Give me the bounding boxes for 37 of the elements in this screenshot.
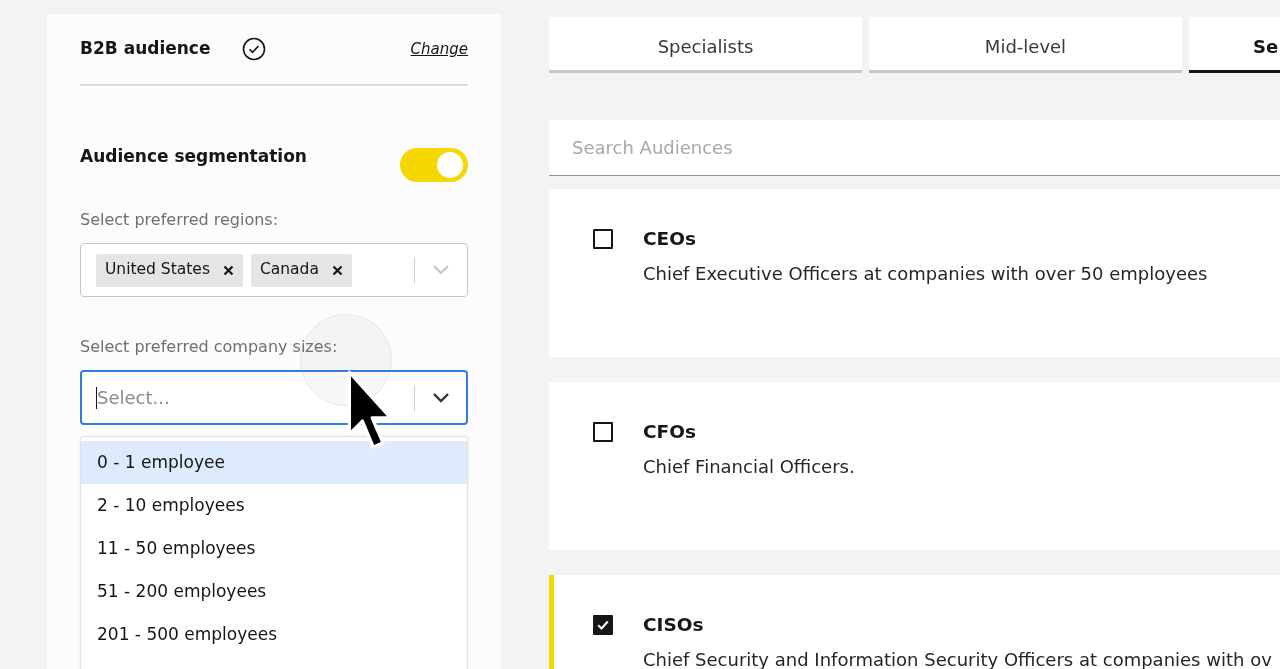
tab[interactable]: Mid-level [869,17,1182,73]
change-link[interactable]: Change [410,37,468,61]
dropdown-option[interactable]: 11 - 50 employees [81,527,467,570]
placeholder-text: Select... [97,386,170,410]
remove-icon[interactable] [331,264,343,276]
region-select[interactable]: United States Canada [80,243,468,297]
dropdown-option[interactable]: 51 - 200 employees [81,570,467,613]
audience-description: Chief Financial Officers. [643,456,855,478]
section-title: Audience segmentation [80,145,307,167]
field-label: Select preferred regions: [80,210,280,230]
audience-card[interactable]: CEOs Chief Executive Officers at companies with over 50 employees [549,189,1280,357]
field-label: Select preferred company sizes: [80,337,339,357]
dropdown-option[interactable]: 0 - 1 employee [81,441,467,484]
audience-title: CEOs [643,228,697,250]
panel-title: B2B audience [80,37,211,61]
audience-description: Chief Security and Information Security Officers at companies with ov [643,649,1272,669]
checkbox[interactable] [593,229,613,249]
company-size-select[interactable]: Select... [80,370,468,425]
audience-description: Chief Executive Officers at companies with over 50 employees [643,263,1208,285]
tag-label: United States [105,259,210,281]
audience-title: CISOs [643,614,705,636]
tab[interactable]: Specialists [549,17,862,73]
tag-label: Canada [259,259,319,281]
checkbox[interactable] [593,615,613,635]
audience-card[interactable]: CFOs Chief Financial Officers. [549,382,1280,550]
audience-title: CFOs [643,421,697,443]
checkbox[interactable] [593,422,613,442]
text-caret [96,386,97,409]
chevron-down-icon[interactable] [432,391,450,404]
audience-card[interactable]: CISOs Chief Security and Information Security Officers at companies with ov [549,575,1280,669]
checkmark-icon [597,620,609,630]
tab[interactable]: Se [1189,17,1280,73]
toggle-switch[interactable] [400,148,468,182]
dropdown-option[interactable]: 2 - 10 employees [81,484,467,527]
search-field[interactable]: Search Audiences [549,120,1280,176]
remove-icon[interactable] [222,264,234,276]
dropdown-option[interactable]: 201 - 500 employees [81,613,467,656]
